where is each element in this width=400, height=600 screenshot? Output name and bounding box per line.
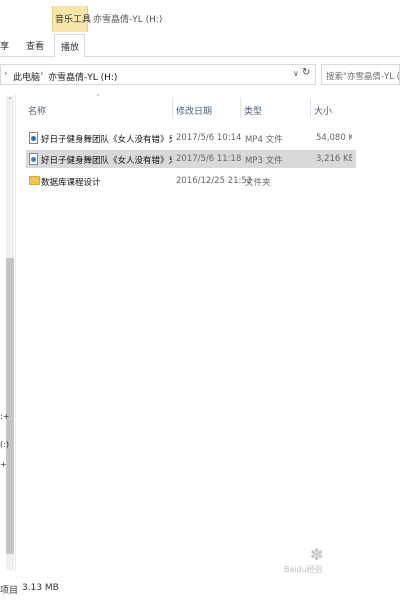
file-row[interactable]: 数据库课程设计 2016/12/25 21:52 文件夹 xyxy=(26,172,356,190)
breadcrumb-drive[interactable]: 亦雪皛倩-YL (H:) xyxy=(48,70,117,83)
nav-item-fragment[interactable]: :+ xyxy=(0,412,9,421)
file-date: 2017/5/6 10:14 xyxy=(176,133,242,143)
file-type: MP4 文件 xyxy=(245,135,283,145)
breadcrumb-this-pc[interactable]: 此电脑 xyxy=(13,70,40,83)
status-item-count: 项目 xyxy=(0,586,19,596)
baidu-jingyan-watermark: ✽ Baidu经验 xyxy=(284,546,374,578)
tab-play[interactable]: 播放 xyxy=(54,34,85,57)
file-name: 好日子健身舞团队《女人没有错》鬼步舞... xyxy=(41,135,172,145)
column-header-date[interactable]: 修改日期 xyxy=(176,104,212,117)
nav-scrollbar-thumb[interactable] xyxy=(6,258,14,554)
file-date: 2017/5/6 11:18 xyxy=(176,154,242,164)
column-divider[interactable] xyxy=(172,98,173,118)
search-placeholder: 搜索"亦雪皛倩-YL (H:)" xyxy=(326,72,400,82)
navigation-pane[interactable]: ˄ :+ (:) + xyxy=(0,94,16,572)
watermark-text: Baidu经验 xyxy=(284,565,323,574)
refresh-icon[interactable]: ↻ xyxy=(302,67,310,78)
file-date: 2016/12/25 21:52 xyxy=(176,176,253,186)
file-row[interactable]: 好日子健身舞团队《女人没有错》鬼步舞... 2017/5/6 10:14 MP4… xyxy=(26,129,356,147)
column-header-size[interactable]: 大小 xyxy=(314,104,332,117)
status-bar: 项目 3.13 MB xyxy=(0,578,400,600)
file-type: 文件夹 xyxy=(245,178,271,188)
column-divider[interactable] xyxy=(240,98,241,118)
folder-icon xyxy=(29,176,40,185)
address-bar: › 此电脑 › 亦雪皛倩-YL (H:) ∨ ↻ 搜索"亦雪皛倩-YL (H:)… xyxy=(0,64,400,86)
column-header-name[interactable]: 名称 xyxy=(28,104,46,117)
address-path-box[interactable]: › 此电脑 › 亦雪皛倩-YL (H:) ∨ xyxy=(0,64,316,85)
breadcrumb-separator-icon[interactable]: › xyxy=(4,69,8,79)
paw-logo-icon: ✽ xyxy=(310,545,324,564)
audio-file-icon xyxy=(29,153,38,165)
file-name: 数据库课程设计 xyxy=(41,178,101,188)
window-title: 亦雪皛倩-YL (H:) xyxy=(93,15,163,25)
file-row-selected[interactable]: 好日子健身舞团队《女人没有错》鬼步舞... 2017/5/6 11:18 MP3… xyxy=(26,150,356,168)
music-tools-tab-label[interactable]: 音乐工具 xyxy=(55,12,91,25)
search-input[interactable]: 搜索"亦雪皛倩-YL (H:)" xyxy=(321,64,400,85)
file-size: 3,216 KB xyxy=(316,154,352,164)
file-name: 好日子健身舞团队《女人没有错》鬼步舞... xyxy=(41,156,172,166)
nav-item-fragment[interactable]: + xyxy=(0,460,7,469)
file-size: 54,080 KB xyxy=(316,133,352,143)
column-header-type[interactable]: 类型 xyxy=(244,104,262,117)
status-selected-size: 3.13 MB xyxy=(22,583,59,593)
ribbon-tab-strip: 享 查看 播放 xyxy=(0,34,400,57)
column-divider[interactable] xyxy=(310,98,311,118)
video-file-icon xyxy=(29,132,38,144)
tab-share[interactable]: 享 xyxy=(0,39,9,52)
chevron-down-icon[interactable]: ∨ xyxy=(293,69,299,78)
title-bar: 音乐工具 亦雪皛倩-YL (H:) xyxy=(0,0,400,34)
breadcrumb-separator-icon[interactable]: › xyxy=(40,69,44,79)
file-type: MP3 文件 xyxy=(245,156,283,166)
tab-view[interactable]: 查看 xyxy=(26,39,44,52)
scroll-up-icon[interactable]: ˄ xyxy=(6,96,14,106)
nav-item-fragment[interactable]: (:) xyxy=(0,440,9,449)
sort-indicator-icon: ˅ xyxy=(96,94,100,102)
